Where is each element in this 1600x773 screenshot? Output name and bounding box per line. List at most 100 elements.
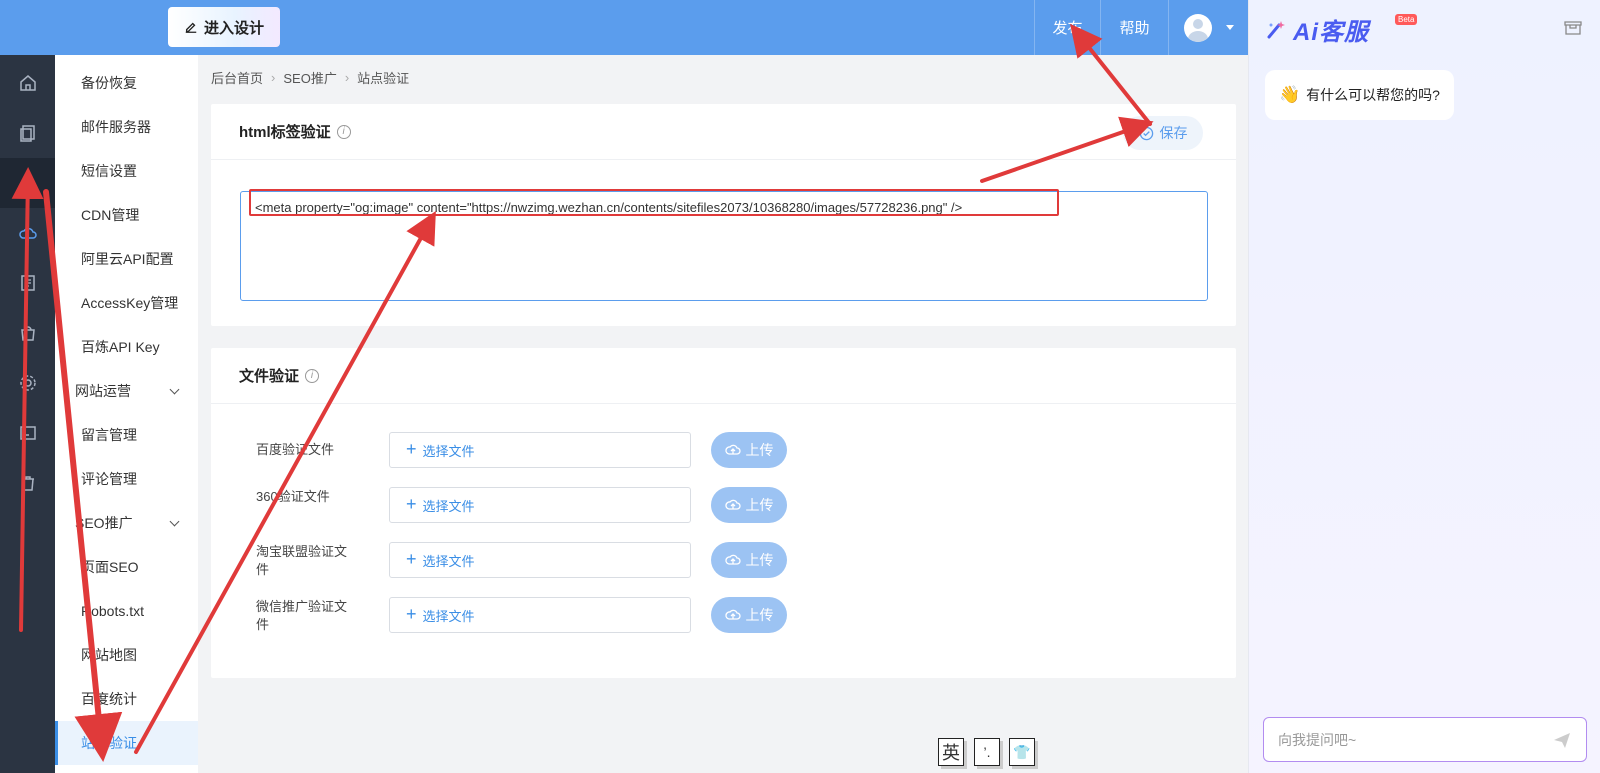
file-row: 百度验证文件 + 选择文件 上传 <box>211 432 1236 472</box>
ai-chat-panel: Ai客服 Beta 👋 有什么可以帮您的吗? 向我提问吧~ <box>1248 0 1600 773</box>
chevron-right-icon: › <box>344 70 350 85</box>
check-circle-icon <box>1139 126 1153 140</box>
rail-terminal[interactable] <box>0 408 55 458</box>
rail-docs[interactable] <box>0 258 55 308</box>
menu-item[interactable]: 邮件服务器 <box>55 105 198 149</box>
home-icon <box>19 75 36 91</box>
menu-item[interactable]: 短信设置 <box>55 149 198 193</box>
html-verify-panel: html标签验证 i 保存 <box>211 104 1236 326</box>
upload-button[interactable]: 上传 <box>711 487 787 523</box>
menu-group-label: SEO推广 <box>75 515 133 531</box>
chevron-down-icon <box>169 516 180 526</box>
file-label: 百度验证文件 <box>256 442 335 457</box>
menu-item[interactable]: 网站地图 <box>55 633 198 677</box>
plus-icon: + <box>406 494 417 514</box>
rail-settings[interactable] <box>0 358 55 408</box>
menu-item[interactable]: 站点验证 <box>55 721 198 765</box>
info-icon[interactable]: i <box>336 124 351 139</box>
publish-button[interactable]: 发布 <box>1035 0 1100 55</box>
upload-button[interactable]: 上传 <box>711 597 787 633</box>
html-verify-header: html标签验证 i <box>211 104 1236 160</box>
breadcrumb: 后台首页 › SEO推广 › 站点验证 <box>211 68 409 87</box>
menu-item[interactable]: 阿里云API配置 <box>55 237 198 281</box>
breadcrumb-seo[interactable]: SEO推广 <box>283 68 336 87</box>
upload-label: 上传 <box>745 442 774 458</box>
panel-title: 文件验证 <box>239 368 300 385</box>
menu-item[interactable]: 百炼API Key <box>55 325 198 369</box>
menu-item[interactable]: 百度统计 <box>55 677 198 721</box>
menu-item[interactable]: Robots.txt <box>55 589 198 633</box>
menu-item[interactable]: CDN管理 <box>55 193 198 237</box>
rail-apps[interactable] <box>0 158 55 208</box>
rail-pages[interactable] <box>0 108 55 158</box>
document-icon <box>20 275 35 291</box>
cloud-upload-icon <box>724 554 741 565</box>
secondary-menu: 备份恢复 邮件服务器 短信设置 CDN管理 阿里云API配置 AccessKey管理 百炼A… <box>55 55 198 773</box>
menu-item[interactable]: 评论管理 <box>55 457 198 501</box>
ime-skin-button[interactable]: 👕 <box>1009 738 1035 766</box>
choose-file-button[interactable]: + 选择文件 <box>389 542 691 578</box>
gear-icon <box>19 375 36 391</box>
rail-trash[interactable] <box>0 458 55 508</box>
meta-tag-textarea[interactable] <box>240 191 1208 301</box>
menu-group[interactable]: 网站运营 <box>55 369 198 413</box>
trash-icon <box>21 476 34 491</box>
upload-button[interactable]: 上传 <box>711 432 787 468</box>
user-menu[interactable] <box>1169 0 1248 55</box>
icon-rail <box>0 55 55 773</box>
rail-home[interactable] <box>0 58 55 108</box>
ime-punct-toggle[interactable]: ’. <box>974 738 1000 766</box>
enter-design-button[interactable]: 进入设计 <box>168 7 280 47</box>
enter-design-label: 进入设计 <box>203 19 264 37</box>
file-verify-header: 文件验证 i <box>211 348 1236 404</box>
help-label: 帮助 <box>1119 20 1150 37</box>
menu-item[interactable]: AccessKey管理 <box>55 281 198 325</box>
upload-button[interactable]: 上传 <box>711 542 787 578</box>
terminal-icon <box>19 426 36 440</box>
menu-item[interactable]: 备份恢复 <box>55 61 198 105</box>
chat-logo: Ai客服 Beta <box>1265 12 1418 47</box>
chevron-down-icon <box>169 384 180 394</box>
avatar <box>1183 13 1212 42</box>
chat-input[interactable]: 向我提问吧~ <box>1263 717 1587 762</box>
file-verify-panel: 文件验证 i 百度验证文件 + 选择文件 上传 360验证文件 + 选择文件 上传 淘宝联盟验证… <box>211 348 1236 678</box>
wave-hand-icon: 👋 <box>1279 85 1301 104</box>
choose-file-label: 选择文件 <box>422 443 475 459</box>
save-label: 保存 <box>1159 125 1188 141</box>
chevron-right-icon: › <box>271 70 276 85</box>
cloud-icon <box>18 227 37 239</box>
chevron-down-icon <box>1225 25 1234 30</box>
send-icon[interactable] <box>1552 730 1572 750</box>
help-button[interactable]: 帮助 <box>1101 0 1168 55</box>
apps-icon <box>21 175 34 188</box>
upload-label: 上传 <box>745 497 774 513</box>
chat-greeting-text: 有什么可以帮您的吗? <box>1306 87 1440 103</box>
beta-badge: Beta <box>1395 14 1418 25</box>
sparkle-icon <box>1267 20 1285 38</box>
menu-item[interactable]: 留言管理 <box>55 413 198 457</box>
menu-group-label: 网站运营 <box>75 383 131 399</box>
rail-shop[interactable] <box>0 308 55 358</box>
save-button[interactable]: 保存 <box>1123 116 1203 150</box>
choose-file-button[interactable]: + 选择文件 <box>389 487 691 523</box>
plus-icon: + <box>406 549 417 569</box>
bag-icon <box>20 326 35 341</box>
menu-group[interactable]: SEO推广 <box>55 501 198 545</box>
info-icon[interactable]: i <box>305 368 320 383</box>
chat-greeting-bubble: 👋 有什么可以帮您的吗? <box>1265 70 1454 120</box>
menu-item[interactable]: 页面SEO <box>55 545 198 589</box>
choose-file-button[interactable]: + 选择文件 <box>389 597 691 633</box>
cloud-upload-icon <box>724 444 741 455</box>
chat-brand: Ai客服 <box>1293 19 1369 46</box>
top-bar: 进入设计 发布 帮助 <box>0 0 1248 55</box>
pages-icon <box>19 125 35 142</box>
breadcrumb-current: 站点验证 <box>357 71 410 86</box>
shop-icon[interactable] <box>1564 18 1582 36</box>
upload-label: 上传 <box>745 552 774 568</box>
rail-cloud[interactable] <box>0 208 55 258</box>
choose-file-label: 选择文件 <box>422 553 475 569</box>
ime-lang-toggle[interactable]: 英 <box>938 738 964 766</box>
breadcrumb-home[interactable]: 后台首页 <box>211 68 263 87</box>
panel-title: html标签验证 <box>239 124 331 141</box>
choose-file-button[interactable]: + 选择文件 <box>389 432 691 468</box>
